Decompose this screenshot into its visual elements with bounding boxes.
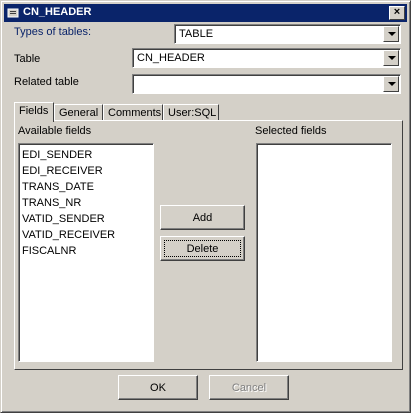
- ok-button[interactable]: OK: [118, 375, 198, 400]
- chevron-down-icon: [388, 56, 396, 60]
- related-table-select[interactable]: [132, 74, 401, 94]
- related-dropdown-button[interactable]: [383, 76, 399, 92]
- window-title: CN_HEADER: [23, 6, 92, 18]
- delete-button-label: Delete: [186, 242, 219, 255]
- types-of-tables-value: TABLE: [179, 28, 214, 40]
- title-bar[interactable]: CN_HEADER ×: [4, 4, 407, 22]
- add-button-label: Add: [192, 211, 213, 224]
- list-item[interactable]: FISCALNR: [22, 245, 76, 257]
- table-value: CN_HEADER: [137, 52, 205, 64]
- close-button[interactable]: ×: [389, 6, 405, 20]
- fields-tab-panel: Available fields Selected fields EDI_SEN…: [14, 120, 403, 370]
- cancel-button[interactable]: Cancel: [209, 375, 289, 400]
- add-button[interactable]: Add: [160, 205, 245, 230]
- selected-fields-label: Selected fields: [255, 125, 327, 137]
- available-fields-list[interactable]: EDI_SENDER EDI_RECEIVER TRANS_DATE TRANS…: [18, 143, 154, 362]
- table-dropdown-button[interactable]: [383, 50, 399, 66]
- available-fields-label: Available fields: [18, 125, 92, 137]
- chevron-down-icon: [388, 82, 396, 86]
- table-label: Table: [14, 53, 41, 65]
- dialog-window: CN_HEADER × Types of tables: TABLE Table…: [0, 0, 411, 413]
- chevron-down-icon: [388, 32, 396, 36]
- selected-fields-list[interactable]: [256, 143, 392, 362]
- list-item[interactable]: EDI_RECEIVER: [22, 165, 103, 177]
- types-of-tables-label: Types of tables:: [14, 26, 92, 38]
- related-table-label: Related table: [14, 76, 79, 88]
- cancel-button-label: Cancel: [231, 381, 267, 394]
- list-item[interactable]: VATID_RECEIVER: [22, 229, 115, 241]
- tab-fields[interactable]: Fields: [14, 102, 54, 122]
- list-item[interactable]: TRANS_NR: [22, 197, 81, 209]
- list-item[interactable]: TRANS_DATE: [22, 181, 94, 193]
- list-item[interactable]: VATID_SENDER: [22, 213, 105, 225]
- tab-user-sql[interactable]: User:SQL: [163, 104, 219, 121]
- tab-general[interactable]: General: [54, 104, 103, 121]
- types-of-tables-select[interactable]: TABLE: [174, 24, 401, 44]
- table-select[interactable]: CN_HEADER: [132, 48, 401, 68]
- tab-comments[interactable]: Comments: [103, 104, 163, 121]
- types-dropdown-button[interactable]: [383, 26, 399, 42]
- close-icon: ×: [393, 6, 401, 18]
- ok-button-label: OK: [150, 381, 166, 394]
- delete-button[interactable]: Delete: [160, 236, 245, 261]
- list-item[interactable]: EDI_SENDER: [22, 149, 92, 161]
- app-icon: [7, 8, 19, 18]
